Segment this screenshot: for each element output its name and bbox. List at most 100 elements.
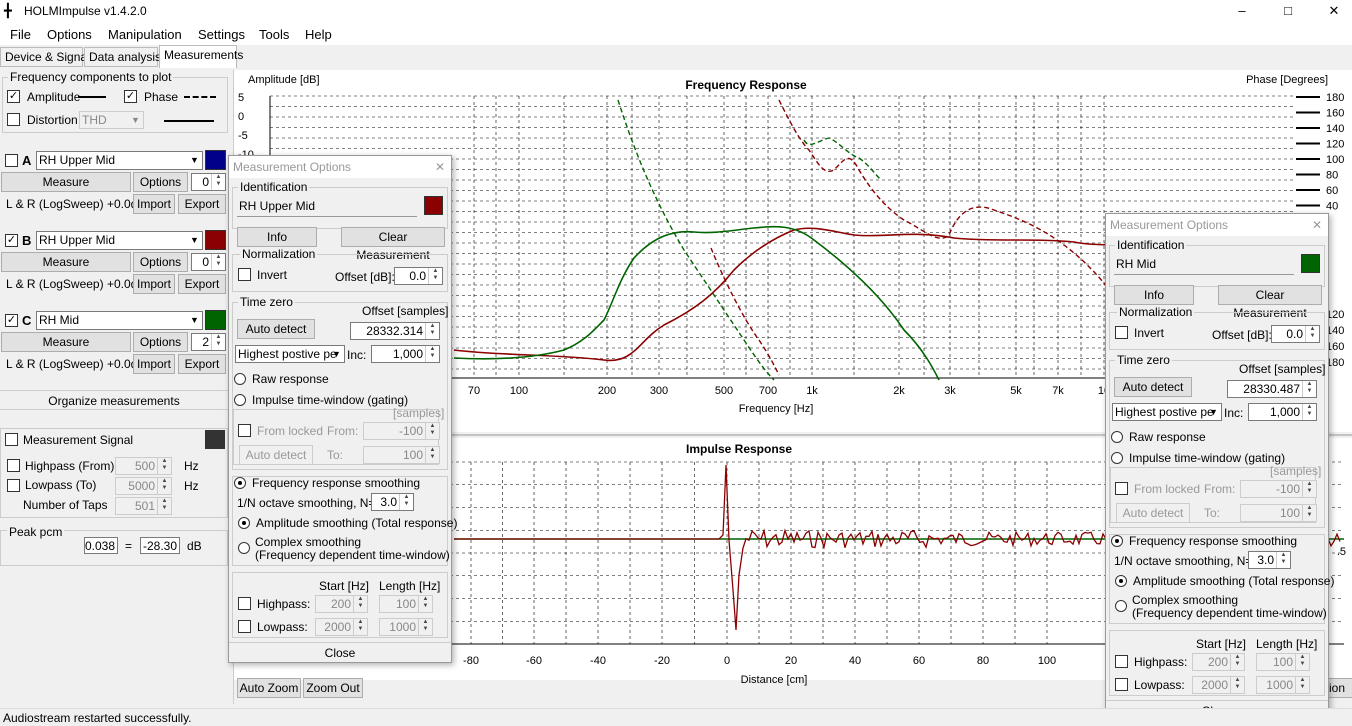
inc-input[interactable]: 1,000 ▲ ▼ <box>1248 403 1317 421</box>
import-button[interactable]: Import <box>133 354 175 374</box>
raw-response-radio[interactable] <box>234 373 246 385</box>
measurement-count-stepper[interactable]: 0 ▲ ▼ <box>191 173 226 191</box>
smoothing-radio[interactable] <box>234 477 246 489</box>
highpass-checkbox[interactable] <box>1115 655 1128 668</box>
dialog-close-icon[interactable]: ✕ <box>435 160 445 174</box>
amplitude-checkbox[interactable]: ✓ <box>7 90 20 103</box>
amp-smoothing-radio[interactable] <box>238 517 250 529</box>
gating-auto-detect-button[interactable]: Auto detect <box>1116 503 1190 523</box>
raw-response-radio[interactable] <box>1111 431 1123 443</box>
phase-checkbox[interactable]: ✓ <box>124 90 137 103</box>
measurement-name-select[interactable]: RH Upper Mid ▼ <box>36 231 203 250</box>
to-input[interactable]: 100 ▲ ▼ <box>363 446 440 464</box>
import-button[interactable]: Import <box>133 274 175 294</box>
measurement-checkbox[interactable]: ✓ <box>5 234 18 247</box>
gating-radio[interactable] <box>234 394 246 406</box>
export-button[interactable]: Export <box>178 194 226 214</box>
highpass-checkbox[interactable] <box>238 597 251 610</box>
info-button[interactable]: Info <box>1114 285 1194 305</box>
from-input[interactable]: -100 ▲ ▼ <box>363 422 440 440</box>
highpass-checkbox[interactable] <box>7 459 20 472</box>
amp-smoothing-radio[interactable] <box>1115 575 1127 587</box>
measurement-checkbox[interactable]: ✓ <box>5 314 18 327</box>
measurement-color-swatch[interactable] <box>205 310 226 330</box>
measurement-name-select[interactable]: RH Mid ▼ <box>36 311 203 330</box>
from-input[interactable]: -100 ▲ ▼ <box>1240 480 1317 498</box>
lowpass-checkbox[interactable] <box>238 620 251 633</box>
dialog-color-swatch[interactable] <box>1301 254 1320 273</box>
hp-length-input[interactable]: 100 ▲ ▼ <box>1256 653 1310 671</box>
options-button[interactable]: Options <box>133 332 188 352</box>
tab-measurements[interactable]: Measurements <box>159 45 243 68</box>
lowpass-checkbox[interactable] <box>7 479 20 492</box>
to-input[interactable]: 100 ▲ ▼ <box>1240 504 1317 522</box>
measurement-count-stepper[interactable]: 2 ▲ ▼ <box>191 333 226 351</box>
info-button[interactable]: Info <box>237 227 317 247</box>
hp-length-input[interactable]: 100 ▲ ▼ <box>379 595 433 613</box>
hp-start-input[interactable]: 200 ▲ ▼ <box>315 595 368 613</box>
organize-measurements-button[interactable]: Organize measurements <box>0 390 228 410</box>
dialog-close-button[interactable]: Close <box>229 642 451 662</box>
peak-mode-select[interactable]: Highest postive pe ▼ <box>235 345 345 363</box>
lp-length-input[interactable]: 1000 ▲ ▼ <box>1256 676 1310 694</box>
complex-smoothing-radio[interactable] <box>238 542 250 554</box>
lowpass-value[interactable]: 5000 ▲ ▼ <box>115 477 172 495</box>
measure-button[interactable]: Measure <box>1 332 131 352</box>
highpass-value[interactable]: 500 ▲ ▼ <box>115 457 172 475</box>
taps-value[interactable]: 501 ▲ ▼ <box>115 497 172 515</box>
dialog-close-icon[interactable]: ✕ <box>1312 218 1322 232</box>
options-button[interactable]: Options <box>133 172 188 192</box>
invert-checkbox[interactable] <box>1115 326 1128 339</box>
menu-manipulation[interactable]: Manipulation <box>108 27 182 42</box>
from-locked-checkbox[interactable] <box>238 424 251 437</box>
measure-button[interactable]: Measure <box>1 172 131 192</box>
export-button[interactable]: Export <box>178 274 226 294</box>
import-button[interactable]: Import <box>133 194 175 214</box>
options-button[interactable]: Options <box>133 252 188 272</box>
clear-measurement-button[interactable]: Clear Measurement <box>341 227 445 262</box>
measurement-checkbox[interactable] <box>5 154 18 167</box>
from-locked-checkbox[interactable] <box>1115 482 1128 495</box>
menu-help[interactable]: Help <box>305 27 332 42</box>
distortion-type-select[interactable]: THD ▼ <box>79 111 144 129</box>
menu-file[interactable]: File <box>10 27 31 42</box>
auto-zoom-button[interactable]: Auto Zoom <box>237 678 301 698</box>
complex-smoothing-radio[interactable] <box>1115 600 1127 612</box>
signal-color-swatch[interactable] <box>205 430 225 449</box>
export-button[interactable]: Export <box>178 354 226 374</box>
measurement-name-select[interactable]: RH Upper Mid ▼ <box>36 151 203 170</box>
offset-db-input[interactable]: 0.0 ▲ ▼ <box>394 267 443 285</box>
invert-checkbox[interactable] <box>238 268 251 281</box>
measurement-count-stepper[interactable]: 0 ▲ ▼ <box>191 253 226 271</box>
tab-data-analysis[interactable]: Data analysis <box>84 47 161 67</box>
lp-length-input[interactable]: 1000 ▲ ▼ <box>379 618 433 636</box>
measurement-color-swatch[interactable] <box>205 230 226 250</box>
inc-input[interactable]: 1,000 ▲ ▼ <box>371 345 440 363</box>
distortion-checkbox[interactable] <box>7 113 20 126</box>
measurement-signal-checkbox[interactable] <box>5 433 18 446</box>
hp-start-input[interactable]: 200 ▲ ▼ <box>1192 653 1245 671</box>
lowpass-checkbox[interactable] <box>1115 678 1128 691</box>
octave-input[interactable]: 3.0 ▲ ▼ <box>1248 551 1291 569</box>
octave-input[interactable]: 3.0 ▲ ▼ <box>371 493 414 511</box>
auto-detect-button[interactable]: Auto detect <box>1114 377 1192 397</box>
lp-start-input[interactable]: 2000 ▲ ▼ <box>315 618 368 636</box>
smoothing-radio[interactable] <box>1111 535 1123 547</box>
tab-device-signal[interactable]: Device & Signal <box>0 47 90 67</box>
offset-samples-input[interactable]: 28330.487 ▲ ▼ <box>1227 380 1317 398</box>
maximize-button[interactable]: □ <box>1265 0 1311 23</box>
partial-button[interactable]: ion <box>1328 678 1352 698</box>
gating-auto-detect-button[interactable]: Auto detect <box>239 445 313 465</box>
dialog-color-swatch[interactable] <box>424 196 443 215</box>
measurement-name-field[interactable]: RH Upper Mid <box>237 197 417 217</box>
clear-measurement-button[interactable]: Clear Measurement <box>1218 285 1322 320</box>
menu-tools[interactable]: Tools <box>259 27 289 42</box>
peak-mode-select[interactable]: Highest postive pe ▼ <box>1112 403 1222 421</box>
lp-start-input[interactable]: 2000 ▲ ▼ <box>1192 676 1245 694</box>
offset-db-input[interactable]: 0.0 ▲ ▼ <box>1271 325 1320 343</box>
close-button[interactable]: ✕ <box>1311 0 1352 23</box>
auto-detect-button[interactable]: Auto detect <box>237 319 315 339</box>
zoom-out-button[interactable]: Zoom Out <box>303 678 363 698</box>
measurement-color-swatch[interactable] <box>205 150 226 170</box>
minimize-button[interactable]: – <box>1219 0 1265 23</box>
